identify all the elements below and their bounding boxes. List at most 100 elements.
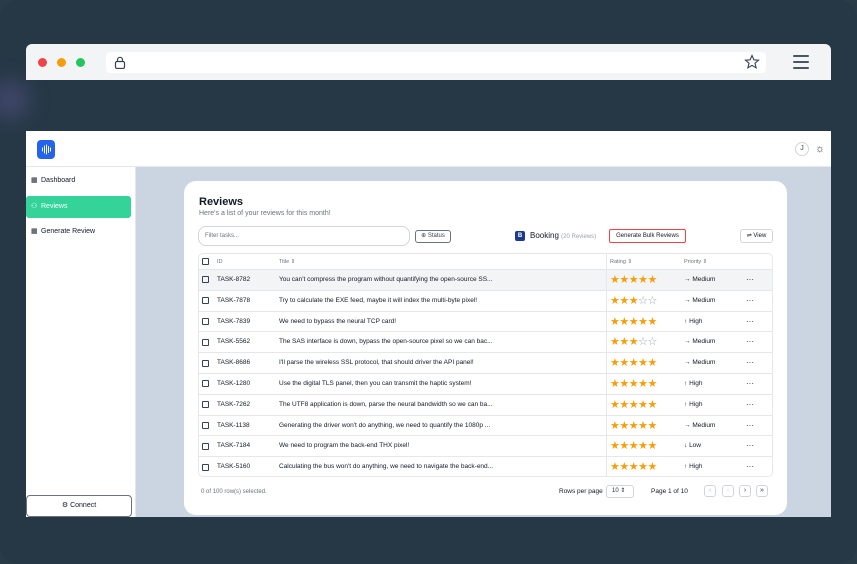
page-subtitle: Here's a list of your reviews for this m… bbox=[199, 210, 331, 217]
task-title: The SAS interface is down, bypass the op… bbox=[279, 338, 493, 346]
row-checkbox[interactable] bbox=[202, 317, 209, 325]
more-actions-button[interactable]: ··· bbox=[746, 270, 754, 289]
rows-per-page-value: 10 bbox=[612, 488, 619, 494]
row-checkbox[interactable] bbox=[202, 380, 209, 388]
generate-bulk-reviews-button[interactable]: Generate Bulk Reviews bbox=[609, 229, 686, 243]
row-checkbox[interactable] bbox=[202, 359, 209, 367]
rating-stars: ★★★☆☆ bbox=[610, 291, 657, 313]
star-icon: ★ bbox=[619, 315, 629, 328]
priority-label: High bbox=[689, 400, 703, 408]
row-checkbox[interactable] bbox=[202, 276, 209, 284]
task-id: TASK-7878 bbox=[217, 296, 251, 304]
table-row[interactable]: TASK-1138 Generating the driver won't do … bbox=[199, 415, 772, 438]
table-row[interactable]: TASK-8686 I'll parse the wireless SSL pro… bbox=[199, 353, 772, 374]
address-bar[interactable] bbox=[106, 52, 766, 73]
priority-arrow-icon: ↑ bbox=[684, 463, 688, 471]
reviews-card: Reviews Here's a list of your reviews fo… bbox=[184, 181, 787, 515]
app-logo[interactable] bbox=[37, 140, 55, 159]
connect-button[interactable]: ⚙ Connect bbox=[26, 495, 132, 517]
star-icon: ★ bbox=[628, 357, 639, 370]
table-body: TASK-8782 You can't compress the program … bbox=[199, 270, 772, 476]
column-title-label: Title bbox=[279, 259, 290, 265]
table-row[interactable]: TASK-8782 You can't compress the program … bbox=[199, 270, 772, 291]
rows-per-page-select[interactable]: 10 ⇕ bbox=[606, 485, 634, 498]
more-actions-button[interactable]: ··· bbox=[746, 353, 754, 372]
row-checkbox[interactable] bbox=[202, 421, 209, 429]
more-actions-button[interactable]: ··· bbox=[746, 332, 754, 351]
more-actions-button[interactable]: ··· bbox=[746, 457, 754, 476]
column-header-rating[interactable]: Rating ⇕ bbox=[610, 254, 632, 270]
table-row[interactable]: TASK-5160 Calculating the bus won't do an… bbox=[199, 457, 772, 476]
task-id: TASK-7184 bbox=[217, 442, 251, 450]
sidebar-item-reviews[interactable]: ⚇ Reviews bbox=[26, 196, 131, 218]
minimize-window-button[interactable] bbox=[57, 58, 66, 67]
lock-icon bbox=[114, 56, 126, 69]
star-icon: ★ bbox=[610, 294, 620, 307]
row-checkbox[interactable] bbox=[202, 297, 209, 305]
column-header-title[interactable]: Title ⇕ bbox=[279, 254, 494, 270]
priority-label: Medium bbox=[692, 276, 716, 283]
user-avatar[interactable]: J bbox=[795, 142, 809, 156]
sidebar-item-dashboard[interactable]: ▦ Dashboard bbox=[26, 170, 131, 192]
sort-icon: ⇕ bbox=[702, 259, 708, 265]
star-icon: ★ bbox=[638, 315, 648, 328]
previous-page-button[interactable]: ‹ bbox=[722, 485, 734, 497]
rating-stars: ★★★★★ bbox=[610, 416, 657, 438]
priority-arrow-icon: ↓ bbox=[684, 442, 688, 450]
star-icon: ★ bbox=[638, 274, 648, 286]
priority-arrow-icon: ↑ bbox=[684, 317, 688, 325]
star-icon: ★ bbox=[610, 440, 620, 453]
task-title: You can't compress the program without q… bbox=[279, 276, 493, 283]
rating-stars: ★★★★★ bbox=[610, 353, 657, 375]
star-icon: ★ bbox=[647, 440, 658, 453]
table-row[interactable]: TASK-7839 We need to bypass the neural TC… bbox=[199, 311, 772, 333]
priority-cell: ↑ High bbox=[684, 395, 702, 415]
sun-icon[interactable]: ☼ bbox=[813, 142, 827, 156]
maximize-window-button[interactable] bbox=[76, 58, 85, 67]
priority-arrow-icon: → bbox=[684, 359, 691, 367]
task-title: Try to calculate the EXE feed, maybe it … bbox=[279, 296, 478, 304]
hamburger-menu-icon[interactable] bbox=[793, 55, 809, 69]
task-title: I'll parse the wireless SSL protocol, th… bbox=[279, 359, 474, 367]
next-page-button[interactable]: › bbox=[739, 485, 751, 497]
more-actions-button[interactable]: ··· bbox=[746, 395, 754, 414]
table-row[interactable]: TASK-5562 The SAS interface is down, bypa… bbox=[199, 332, 772, 354]
row-checkbox[interactable] bbox=[202, 401, 209, 409]
column-header-priority[interactable]: Priority ⇕ bbox=[684, 254, 707, 270]
table-row[interactable]: TASK-7184 We need to program the back-end… bbox=[199, 436, 772, 458]
view-options-button[interactable]: ⇌ View bbox=[740, 229, 773, 243]
row-checkbox[interactable] bbox=[202, 464, 209, 472]
status-filter-button[interactable]: ⊕ Status bbox=[415, 230, 451, 243]
more-actions-button[interactable]: ··· bbox=[746, 312, 754, 331]
star-icon: ★ bbox=[628, 336, 639, 349]
status-label: Status bbox=[427, 233, 445, 239]
task-id: TASK-1280 bbox=[217, 379, 251, 387]
column-divider bbox=[606, 457, 607, 476]
table-row[interactable]: TASK-7262 The UTF8 application is down, p… bbox=[199, 394, 772, 416]
first-page-button[interactable]: « bbox=[704, 485, 716, 497]
close-window-button[interactable] bbox=[38, 58, 47, 67]
table-row[interactable]: TASK-1280 Use the digital TLS panel, then… bbox=[199, 373, 772, 395]
sidebar: ▦ Dashboard ⚇ Reviews ▦ Generate Review … bbox=[26, 167, 136, 517]
booking-source: B Booking (20 Reviews) bbox=[515, 231, 596, 241]
last-page-button[interactable]: » bbox=[756, 485, 768, 497]
table-row[interactable]: TASK-7878 Try to calculate the EXE feed, … bbox=[199, 290, 772, 313]
view-label: View bbox=[753, 233, 767, 239]
sidebar-item-generate-review[interactable]: ▦ Generate Review bbox=[26, 221, 131, 243]
bookmark-star-icon[interactable] bbox=[744, 54, 760, 70]
column-divider bbox=[606, 353, 607, 373]
star-icon: ★ bbox=[619, 398, 629, 411]
more-actions-button[interactable]: ··· bbox=[746, 416, 754, 435]
priority-cell: → Medium bbox=[684, 291, 715, 311]
more-actions-button[interactable]: ··· bbox=[746, 436, 754, 455]
task-title: We need to program the back-end THX pixe… bbox=[279, 442, 410, 450]
star-icon: ★ bbox=[628, 398, 639, 411]
row-checkbox[interactable] bbox=[202, 442, 209, 450]
row-checkbox[interactable] bbox=[202, 338, 209, 346]
star-icon: ★ bbox=[638, 357, 648, 370]
select-all-checkbox[interactable] bbox=[202, 258, 209, 265]
more-actions-button[interactable]: ··· bbox=[746, 291, 754, 310]
filter-input[interactable]: Filter tasks... bbox=[198, 226, 410, 246]
booking-label: Booking bbox=[530, 231, 559, 241]
more-actions-button[interactable]: ··· bbox=[746, 374, 754, 393]
